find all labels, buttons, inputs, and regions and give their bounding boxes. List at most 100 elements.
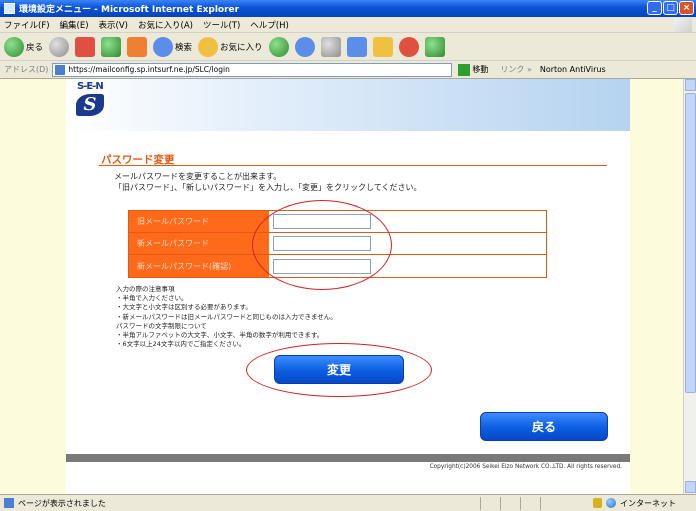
window-title: 環境設定メニュー - Microsoft Internet Explorer: [19, 5, 240, 15]
intro-line-2: 「旧パスワード」、「新しいパスワード」を入力し、「変更」をクリックしてください。: [114, 183, 422, 192]
forward-button[interactable]: [49, 36, 70, 57]
confirm-password-label: 新メールパスワード(確認): [129, 255, 269, 277]
old-password-label: 旧メールパスワード: [129, 211, 269, 232]
back-page-button[interactable]: 戻る: [480, 412, 608, 441]
mail-button[interactable]: [294, 36, 315, 57]
maximize-icon[interactable]: □: [663, 1, 678, 15]
windows-logo-icon: [674, 18, 692, 32]
status-text: ページが表示されました: [18, 498, 106, 508]
norton-antivirus-button[interactable]: Norton AntiVirus: [540, 65, 606, 74]
star-icon: [198, 36, 219, 57]
zone-label: インターネット: [620, 498, 676, 508]
print-icon: [320, 36, 341, 57]
title-divider: [99, 165, 607, 166]
input-notes: 入力の際の注意事項 ・半角で入力ください。 ・大文字と小文字は区別する必要があり…: [116, 285, 337, 349]
confirm-password-row: 新メールパスワード(確認): [129, 255, 546, 277]
old-password-input[interactable]: [273, 214, 371, 229]
tools-button[interactable]: [424, 36, 445, 57]
note-item: ・大文字と小文字は区別する必要があります。: [116, 303, 252, 312]
mail-icon: [294, 36, 315, 57]
status-divider: [540, 497, 541, 510]
toolbar: 戻る 検索 お気に入り: [0, 33, 696, 61]
page-icon: [55, 64, 66, 75]
menu-tools[interactable]: ツール(T): [203, 19, 240, 31]
go-button[interactable]: 移動: [458, 63, 489, 76]
scrollbar-thumb[interactable]: [685, 93, 696, 393]
status-divider: [480, 497, 481, 510]
close-icon[interactable]: ×: [679, 1, 694, 15]
page-done-icon: [4, 498, 14, 508]
stop-button[interactable]: [75, 36, 96, 57]
search-label: 検索: [175, 42, 193, 53]
status-divider: [500, 497, 501, 510]
copyright-text: Copyright(c)2006 Seikei Eizo Network CO.…: [429, 464, 622, 470]
new-password-label: 新メールパスワード: [129, 233, 269, 254]
note-item: ・半角アルファベットの大文字、小文字、半角の数字が利用できます。: [116, 331, 324, 340]
refresh-button[interactable]: [101, 36, 122, 57]
history-icon: [268, 36, 289, 57]
footer-bar: [66, 454, 630, 462]
page-viewport: S-E-N S パスワード変更 メールパスワードを変更することが出来ます。 「旧…: [0, 79, 683, 494]
menu-favorites[interactable]: お気に入り(A): [138, 19, 193, 31]
go-label: 移動: [472, 65, 489, 74]
address-bar: アドレス(D) https://mailconfig.sp.intsurf.ne…: [0, 61, 696, 79]
lock-icon: [593, 498, 602, 508]
address-url: https://mailconfig.sp.intsurf.ne.jp/SLC/…: [68, 65, 230, 74]
stop-icon: [75, 36, 96, 57]
favorites-button[interactable]: お気に入り: [198, 36, 263, 57]
search-icon: [153, 36, 174, 57]
folder-icon: [372, 36, 393, 57]
security-zone: インターネット: [593, 498, 676, 509]
messenger-button[interactable]: [398, 36, 419, 57]
forward-arrow-icon: [49, 36, 70, 57]
notes-heading: 入力の際の注意事項: [116, 285, 175, 293]
sen-logo-icon: S: [76, 94, 104, 116]
change-button[interactable]: 変更: [274, 355, 404, 384]
minimize-icon[interactable]: _: [647, 1, 662, 15]
menu-bar: ファイル(F) 編集(E) 表示(V) お気に入り(A) ツール(T) ヘルプ(…: [0, 17, 696, 33]
internet-zone-icon: [606, 498, 616, 508]
old-password-row: 旧メールパスワード: [129, 211, 546, 233]
address-input[interactable]: https://mailconfig.sp.intsurf.ne.jp/SLC/…: [52, 62, 453, 77]
note-item: ・6文字以上24文字以内でご指定ください。: [116, 340, 246, 349]
menu-help[interactable]: ヘルプ(H): [250, 19, 289, 31]
menu-view[interactable]: 表示(V): [99, 19, 128, 31]
scroll-down-arrow-icon[interactable]: [685, 481, 696, 493]
back-label: 戻る: [26, 42, 44, 53]
go-arrow-icon: [458, 63, 471, 76]
password-form: 旧メールパスワード 新メールパスワード 新メールパスワード(確認): [128, 210, 547, 278]
ie-app-icon: [4, 3, 15, 14]
window-title-bar: 環境設定メニュー - Microsoft Internet Explorer _…: [0, 0, 696, 17]
sen-logo-text: S-E-N: [77, 81, 104, 92]
address-label: アドレス(D): [4, 65, 49, 74]
home-icon: [127, 36, 148, 57]
page-content: S-E-N S パスワード変更 メールパスワードを変更することが出来ます。 「旧…: [66, 79, 630, 494]
notes-subheading: パスワードの文字制限について: [116, 321, 207, 330]
menu-edit[interactable]: 編集(E): [60, 19, 89, 31]
edit-button[interactable]: [346, 36, 367, 57]
search-button[interactable]: 検索: [153, 36, 193, 57]
status-divider: [520, 497, 521, 510]
links-button[interactable]: リンク »: [500, 64, 531, 75]
folder-button[interactable]: [372, 36, 393, 57]
back-arrow-icon: [4, 36, 24, 57]
new-password-input[interactable]: [273, 236, 371, 251]
window-controls: _ □ ×: [647, 1, 694, 15]
intro-text: メールパスワードを変更することが出来ます。 「旧パスワード」、「新しいパスワード…: [114, 171, 422, 193]
apple-icon: [398, 36, 419, 57]
print-button[interactable]: [320, 36, 341, 57]
note-item: ・新メールパスワードは旧メールパスワードと同じものは入力できません。: [116, 312, 337, 321]
edit-icon: [346, 36, 367, 57]
status-bar: ページが表示されました インターネット: [0, 494, 696, 511]
home-button[interactable]: [127, 36, 148, 57]
back-button[interactable]: 戻る: [4, 36, 44, 57]
confirm-password-input[interactable]: [273, 258, 371, 274]
intro-line-1: メールパスワードを変更することが出来ます。: [114, 172, 282, 181]
header-banner: [66, 79, 630, 131]
vertical-scrollbar[interactable]: [683, 79, 696, 494]
history-button[interactable]: [268, 36, 289, 57]
refresh-icon: [101, 36, 122, 57]
menu-file[interactable]: ファイル(F): [4, 19, 50, 31]
scroll-up-arrow-icon[interactable]: [685, 79, 696, 91]
tools-icon: [424, 36, 445, 57]
